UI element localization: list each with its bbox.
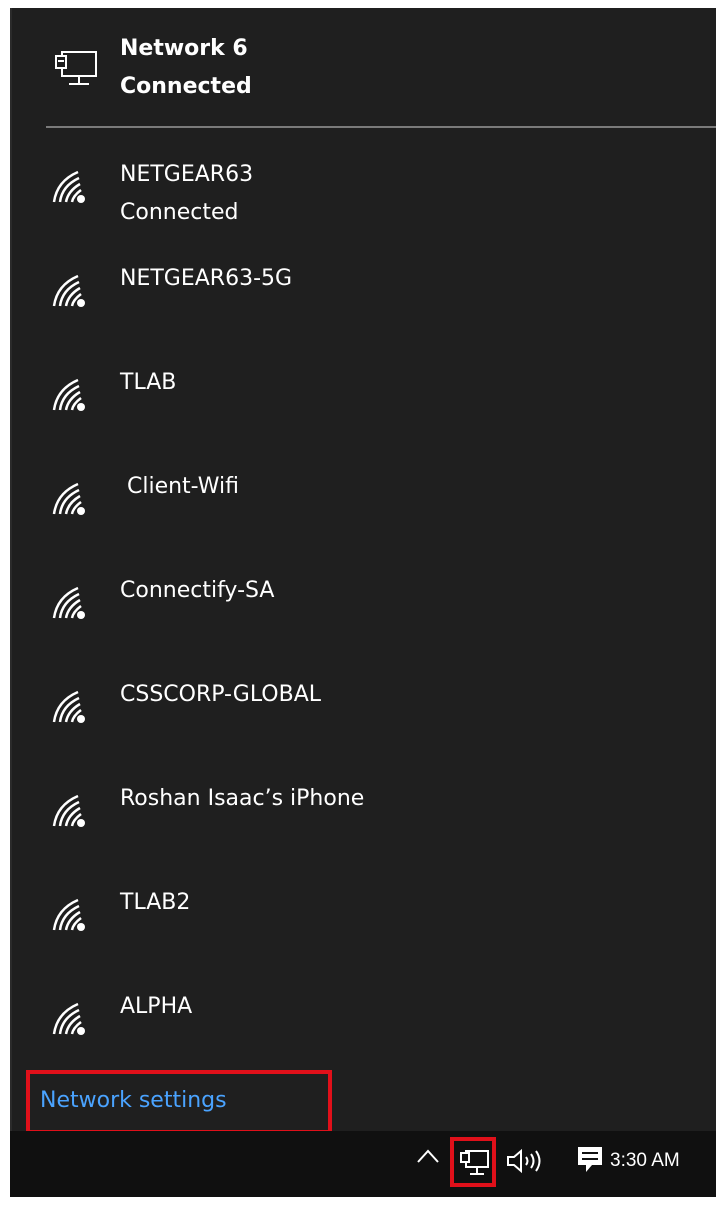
wifi-network-item[interactable]: TLAB2 bbox=[12, 870, 716, 974]
wifi-signal-icon bbox=[48, 792, 90, 832]
wifi-network-name: TLAB bbox=[120, 370, 177, 395]
ethernet-status: Connected bbox=[120, 74, 252, 99]
ethernet-connection[interactable]: Network 6 Connected bbox=[12, 8, 716, 126]
wifi-network-name: ALPHA bbox=[120, 994, 193, 1019]
network-settings-link[interactable]: Network settings bbox=[26, 1070, 332, 1134]
wifi-network-name: TLAB2 bbox=[120, 890, 191, 915]
wifi-network-name: NETGEAR63 bbox=[120, 162, 254, 187]
ethernet-name: Network 6 bbox=[120, 36, 248, 61]
wifi-signal-icon bbox=[48, 168, 90, 208]
screen: Network 6 Connected NETGEAR63 Connected NE… bbox=[0, 0, 716, 1205]
network-tray-button[interactable] bbox=[450, 1137, 496, 1187]
wifi-network-name: Roshan Isaac’s iPhone bbox=[120, 786, 365, 811]
wifi-network-status: Connected bbox=[120, 200, 239, 225]
wifi-network-name: CSSCORP-GLOBAL bbox=[120, 682, 322, 707]
clock[interactable]: 3:30 AM bbox=[610, 1147, 680, 1175]
wifi-signal-icon bbox=[48, 896, 90, 936]
network-flyout: Network 6 Connected NETGEAR63 Connected NE… bbox=[10, 8, 716, 1134]
wifi-network-item[interactable]: NETGEAR63-5G bbox=[12, 246, 716, 350]
wifi-network-item[interactable]: Roshan Isaac’s iPhone bbox=[12, 766, 716, 870]
wifi-network-item[interactable]: CSSCORP-GLOBAL bbox=[12, 662, 716, 766]
chevron-up-icon[interactable] bbox=[415, 1145, 441, 1171]
wifi-signal-icon bbox=[48, 688, 90, 728]
wifi-signal-icon bbox=[48, 480, 90, 520]
divider bbox=[46, 126, 716, 128]
ethernet-icon bbox=[54, 50, 100, 94]
wifi-signal-icon bbox=[48, 1000, 90, 1040]
wifi-signal-icon bbox=[48, 376, 90, 416]
network-settings-label: Network settings bbox=[40, 1088, 227, 1113]
volume-icon[interactable] bbox=[505, 1147, 545, 1179]
action-center-icon[interactable] bbox=[576, 1145, 604, 1179]
wifi-network-name: Connectify-SA bbox=[120, 578, 275, 603]
taskbar: 3:30 AM bbox=[10, 1131, 716, 1197]
wifi-network-name: Client-Wifi bbox=[120, 474, 239, 499]
wifi-network-item[interactable]: TLAB bbox=[12, 350, 716, 454]
wifi-network-item[interactable]: NETGEAR63 Connected bbox=[12, 142, 716, 246]
wifi-network-item[interactable]: Client-Wifi bbox=[12, 454, 716, 558]
network-icon bbox=[460, 1150, 489, 1175]
wifi-signal-icon bbox=[48, 584, 90, 624]
wifi-network-item[interactable]: ALPHA bbox=[12, 974, 716, 1078]
wifi-signal-icon bbox=[48, 272, 90, 312]
wifi-network-name: NETGEAR63-5G bbox=[120, 266, 293, 291]
wifi-network-item[interactable]: Connectify-SA bbox=[12, 558, 716, 662]
